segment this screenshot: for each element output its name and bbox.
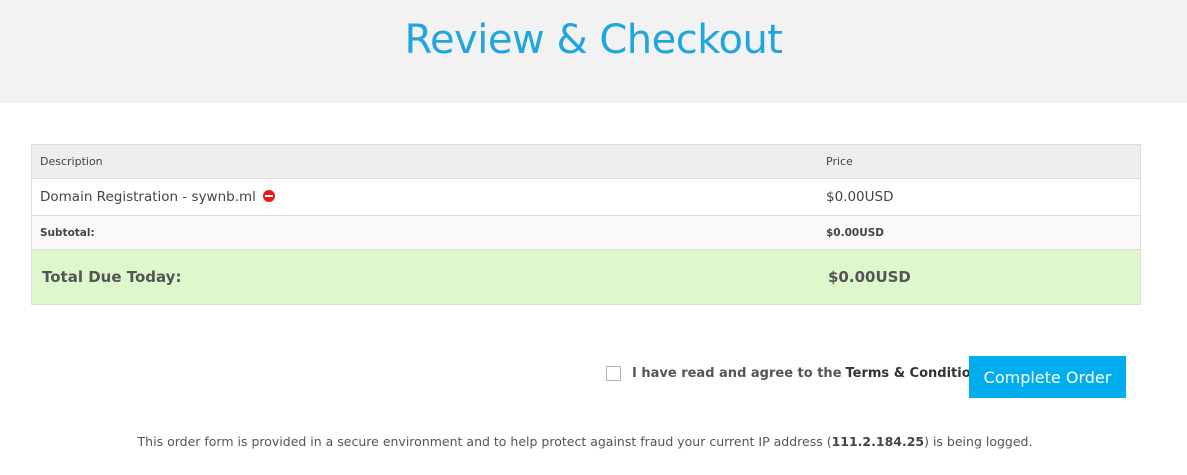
total-row: Total Due Today: $0.00USD [32, 250, 1140, 304]
ip-address: 111.2.184.25 [831, 434, 925, 449]
secure-notice-text-after: ) is being logged. [924, 434, 1033, 449]
column-header-description: Description [40, 155, 103, 168]
secure-notice: This order form is provided in a secure … [0, 434, 1170, 449]
terms-agreement: I have read and agree to the Terms & Con… [606, 366, 988, 381]
remove-icon[interactable] [263, 190, 276, 202]
subtotal-row: Subtotal: $0.00USD [32, 216, 1140, 250]
page-title: Review & Checkout [404, 17, 783, 63]
table-header-row: Description Price [32, 145, 1140, 179]
secure-notice-text-before: This order form is provided in a secure … [137, 434, 832, 449]
item-price: $0.00USD [826, 189, 894, 205]
complete-order-button[interactable]: Complete Order [969, 356, 1126, 398]
table-row: Domain Registration - sywnb.ml $0.00USD [32, 179, 1140, 216]
subtotal-label: Subtotal: [40, 226, 95, 239]
item-description-cell: Domain Registration - sywnb.ml [32, 189, 818, 205]
page-header: Review & Checkout [0, 0, 1187, 103]
total-value: $0.00USD [828, 268, 911, 286]
item-description: Domain Registration - sywnb.ml [40, 189, 256, 205]
terms-link[interactable]: Terms & Conditions [846, 366, 988, 381]
subtotal-value: $0.00USD [826, 226, 885, 239]
column-header-price: Price [826, 155, 853, 168]
terms-checkbox[interactable] [606, 366, 621, 381]
order-summary-table: Description Price Domain Registration - … [31, 144, 1141, 305]
agreement-text: I have read and agree to the [632, 366, 842, 381]
total-label: Total Due Today: [42, 268, 182, 286]
